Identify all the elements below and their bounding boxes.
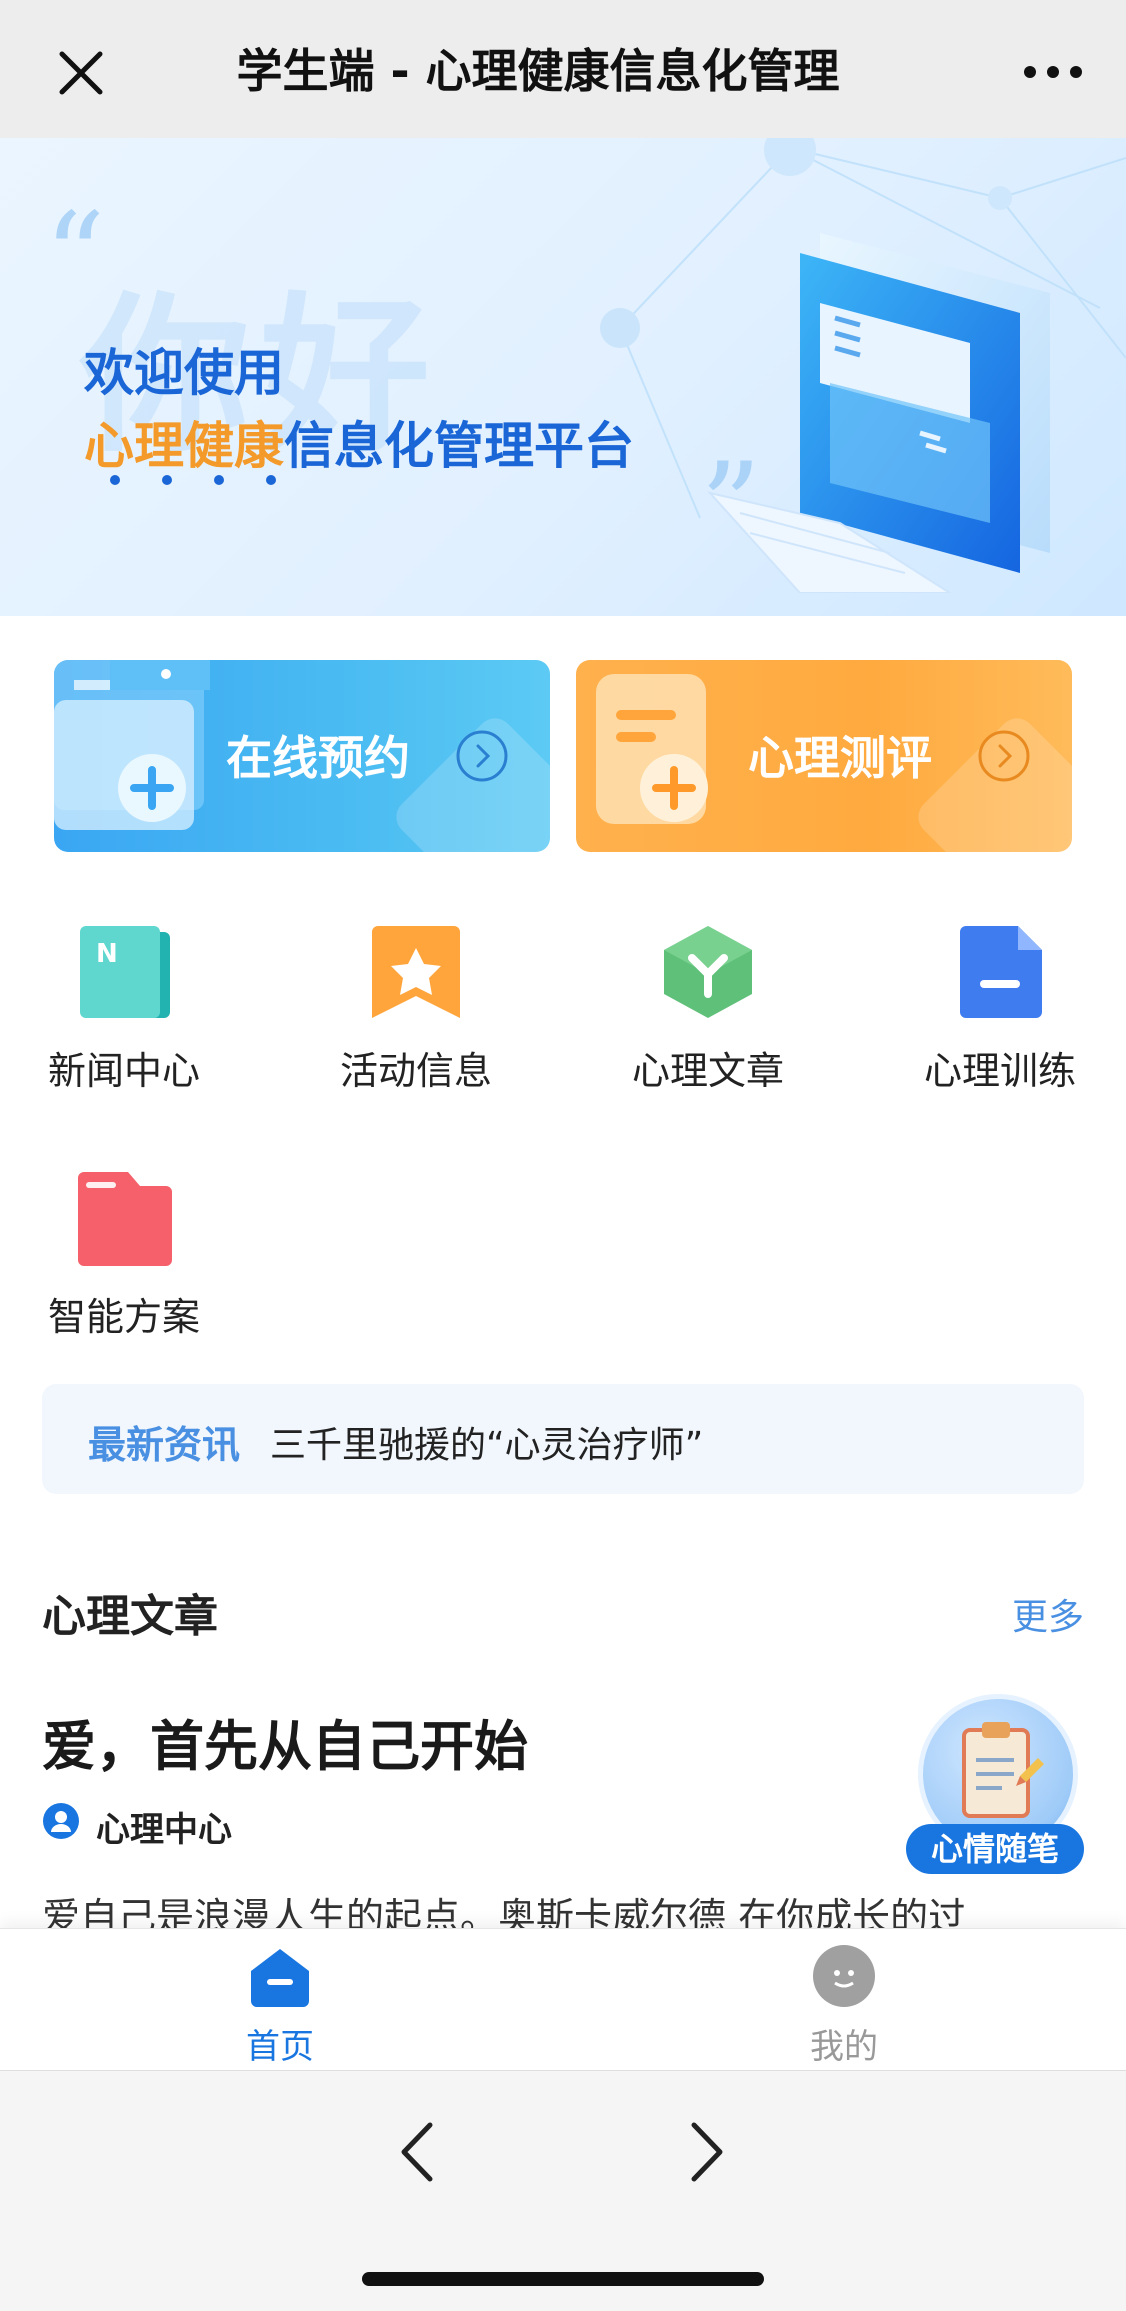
chevron-circle-right-icon xyxy=(978,730,1030,782)
online-booking-label: 在线预约 xyxy=(226,731,410,785)
clipboard-pencil-icon xyxy=(962,1722,1044,1818)
tab-profile[interactable]: 我的 xyxy=(724,1929,964,2071)
grid-item-label: 心理文章 xyxy=(631,1049,784,1093)
grid-item-articles[interactable]: 心理文章 xyxy=(608,922,808,1112)
tab-home[interactable]: 首页 xyxy=(160,1929,400,2071)
page-title: 学生端 - 心理健康信息化管理 xyxy=(236,44,840,98)
svg-text:N: N xyxy=(96,939,118,969)
latest-news-ticker[interactable]: 最新资讯 三千里驰援的“心灵治疗师” xyxy=(42,1384,1084,1494)
section-title: 心理文章 xyxy=(42,1591,218,1642)
article-hexagon-icon xyxy=(664,926,752,1018)
tab-label: 我的 xyxy=(810,2027,878,2067)
chevron-circle-right-icon xyxy=(456,730,508,782)
psych-assessment-label: 心理测评 xyxy=(748,731,932,785)
news-icon: N xyxy=(80,926,170,1018)
banner-platform-text: 信息化管理平台 xyxy=(284,417,634,475)
article-author-name: 心理中心 xyxy=(96,1810,232,1850)
chevron-left-icon[interactable] xyxy=(388,2117,444,2187)
home-icon xyxy=(251,1949,309,2007)
banner-highlight-text: 心理健康 xyxy=(84,417,284,475)
online-booking-card[interactable]: 在线预约 xyxy=(54,660,550,852)
grid-item-label: 新闻中心 xyxy=(47,1049,200,1093)
grid-item-news[interactable]: N 新闻中心 xyxy=(24,922,224,1112)
psych-assessment-icon xyxy=(596,674,708,824)
grid-item-training[interactable]: 心理训练 xyxy=(900,922,1100,1112)
bottom-tab-bar: 首页 我的 xyxy=(0,1928,1126,2070)
psych-assessment-card[interactable]: 心理测评 xyxy=(576,660,1072,852)
home-indicator[interactable] xyxy=(362,2272,764,2286)
grid-item-activity[interactable]: 活动信息 xyxy=(316,922,516,1112)
training-doc-icon xyxy=(960,926,1042,1018)
grid-item-label: 智能方案 xyxy=(47,1295,200,1339)
article-title[interactable]: 爱，首先从自己开始 xyxy=(42,1702,528,1781)
grid-item-smart-plan[interactable]: 智能方案 xyxy=(24,1168,224,1358)
more-dots-icon[interactable] xyxy=(1020,44,1086,100)
mood-diary-label: 心情随笔 xyxy=(906,1824,1084,1874)
banner-welcome-line: 欢迎使用 xyxy=(84,344,284,402)
chevron-right-icon[interactable] xyxy=(680,2117,736,2187)
more-link[interactable]: 更多 xyxy=(1012,1588,1084,1640)
grid-item-label: 心理训练 xyxy=(923,1049,1076,1093)
mood-diary-button[interactable]: 心情随笔 xyxy=(906,1694,1086,1874)
banner-platform-line: 心理健康信息化管理平台 xyxy=(84,406,634,478)
online-booking-icon xyxy=(54,660,210,830)
top-nav-bar: 学生端 - 心理健康信息化管理 xyxy=(0,0,1126,138)
profile-icon xyxy=(813,1945,875,2007)
computer-illustration xyxy=(707,233,1050,593)
smart-plan-folder-icon xyxy=(78,1172,172,1266)
activity-star-icon xyxy=(372,926,460,1018)
close-icon[interactable] xyxy=(48,40,114,106)
emphasis-dots xyxy=(110,475,276,485)
grid-item-label: 活动信息 xyxy=(339,1049,492,1093)
welcome-banner[interactable]: “ 你好 ” 欢迎使用 心理健康信息化管理平台 xyxy=(0,138,1126,616)
latest-news-tag: 最新资讯 xyxy=(88,1423,241,1467)
tab-label: 首页 xyxy=(246,2027,314,2067)
user-icon xyxy=(43,1803,79,1839)
latest-news-text[interactable]: 三千里驰援的“心灵治疗师” xyxy=(270,1416,703,1468)
